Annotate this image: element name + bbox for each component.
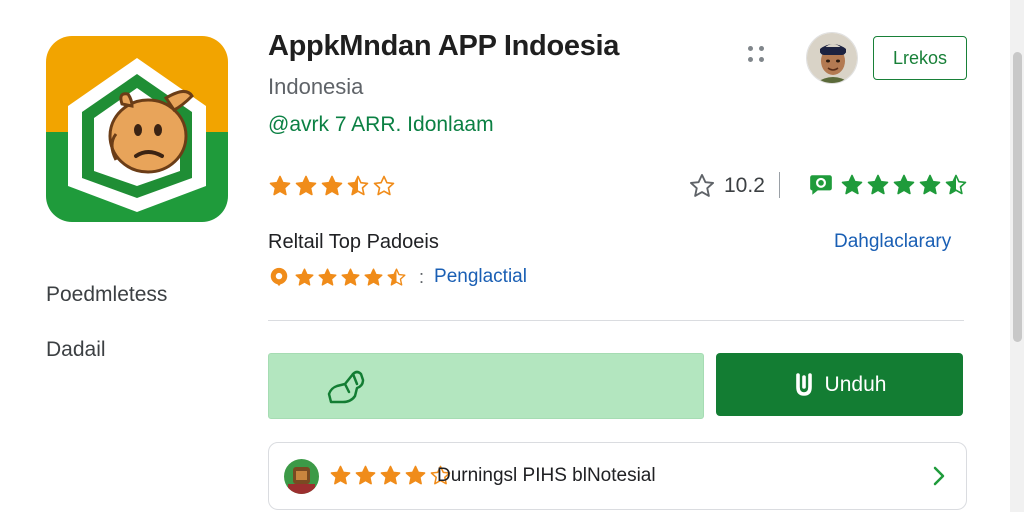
- category-label: Reltail Top Padoeis: [268, 231, 439, 253]
- star-filled-icon: [320, 174, 344, 198]
- star-filled-icon: [317, 267, 338, 288]
- star-empty-icon: [372, 174, 396, 198]
- star-filled-icon: [294, 267, 315, 288]
- download-icon: [795, 372, 812, 396]
- star-filled-icon: [354, 464, 377, 492]
- scrollbar[interactable]: [1010, 0, 1024, 512]
- pin-icon: [270, 267, 288, 287]
- star-filled-icon: [379, 464, 402, 492]
- follow-button[interactable]: Lrekos: [873, 36, 967, 80]
- app-title: AppkMndan APP Indoesia: [268, 30, 620, 62]
- rating-count-value: 10.2: [724, 174, 765, 197]
- star-filled-icon: [840, 173, 864, 197]
- star-outline-icon: [689, 173, 715, 197]
- chevron-right-icon[interactable]: [932, 465, 946, 492]
- divider: [779, 172, 780, 198]
- star-rating: [268, 174, 396, 198]
- sub-rating: : Penglactial: [268, 266, 527, 288]
- sub-rating-link[interactable]: Penglactial: [434, 266, 527, 288]
- share-hand-icon: [325, 366, 369, 413]
- review-text: Durningsl PIHS blNotesial: [437, 465, 656, 486]
- sidebar-item-label[interactable]: Dadail: [46, 338, 106, 362]
- install-button[interactable]: Unduh: [716, 353, 963, 416]
- sidebar-item-label[interactable]: Poedmletess: [46, 283, 167, 307]
- share-button[interactable]: [268, 353, 704, 419]
- more-options-icon[interactable]: [744, 42, 770, 68]
- badge-rating: [808, 172, 968, 198]
- divider: [268, 320, 964, 321]
- developer-link[interactable]: @avrk 7 ARR. Idonlaam: [268, 113, 494, 137]
- scrollbar-thumb[interactable]: [1013, 52, 1022, 342]
- star-filled-icon: [329, 464, 352, 492]
- star-filled-icon: [340, 267, 361, 288]
- star-half-icon: [386, 267, 407, 288]
- install-label: Unduh: [824, 372, 887, 396]
- chat-badge-icon: [810, 175, 832, 195]
- star-filled-icon: [268, 174, 292, 198]
- category-link[interactable]: Dahglaclarary: [834, 231, 951, 253]
- avatar[interactable]: [806, 32, 858, 84]
- star-filled-icon: [892, 173, 916, 197]
- star-filled-icon: [404, 464, 427, 492]
- star-filled-icon: [866, 173, 890, 197]
- sub-stars: [294, 267, 407, 288]
- star-half-icon: [346, 174, 370, 198]
- star-filled-icon: [294, 174, 318, 198]
- star-half-icon: [944, 173, 968, 197]
- star-filled-icon: [363, 267, 384, 288]
- badge-stars: [840, 173, 968, 197]
- review-card[interactable]: Durningsl PIHS blNotesial: [268, 442, 967, 510]
- app-subtitle: Indonesia: [268, 74, 364, 99]
- review-stars: [329, 464, 452, 492]
- app-icon: [46, 36, 228, 222]
- reviewer-avatar: [284, 459, 319, 494]
- separator: :: [419, 266, 425, 287]
- star-filled-icon: [918, 173, 942, 197]
- rating-count: 10.2: [688, 172, 765, 200]
